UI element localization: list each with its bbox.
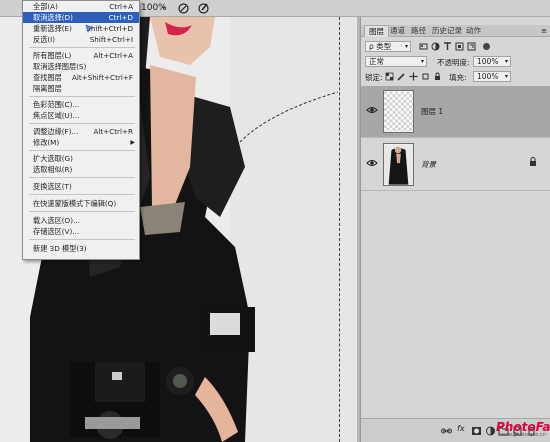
lock-image-icon[interactable] bbox=[397, 72, 406, 81]
menu-item-reselect[interactable]: 重新选择(E) Shift+Ctrl+D bbox=[23, 23, 139, 34]
menu-item-deselect-layers[interactable]: 取消选择图层(S) bbox=[23, 61, 139, 72]
layer-row-background[interactable]: 背景 bbox=[361, 139, 550, 191]
layer-filter-row: ρ 类型 ▾ bbox=[361, 39, 550, 54]
menu-item-find-layers[interactable]: 查找图层 Alt+Shift+Ctrl+F bbox=[23, 72, 139, 83]
select-menu-dropdown: 全部(A) Ctrl+A 取消选择(D) Ctrl+D 重新选择(E) Shift+C… bbox=[22, 0, 140, 260]
menu-item-quick-mask[interactable]: 在快速蒙版模式下编辑(Q) bbox=[23, 198, 139, 209]
menu-item-modify[interactable]: 修改(M) ▶ bbox=[23, 137, 139, 148]
lock-all-icon[interactable] bbox=[433, 72, 442, 81]
menu-separator bbox=[29, 150, 135, 151]
opacity-label: 不透明度: bbox=[437, 58, 470, 67]
menu-separator bbox=[29, 211, 135, 212]
submenu-arrow-icon: ▶ bbox=[130, 139, 135, 146]
menu-separator bbox=[29, 96, 135, 97]
visibility-eye-icon[interactable] bbox=[366, 158, 378, 168]
menu-separator bbox=[29, 123, 135, 124]
menu-item-transform-selection[interactable]: 变换选区(T) bbox=[23, 181, 139, 192]
panel-tab-bar: 图层 通道 路径 历史记录 动作 ≡ bbox=[361, 25, 550, 37]
menu-separator bbox=[29, 47, 135, 48]
tab-paths[interactable]: 路径 bbox=[407, 25, 430, 37]
opacity-input[interactable]: 100% ▾ bbox=[473, 56, 511, 67]
photoshop-window: 100% ▾ 全部(A) Ctrl+A 取消选择(D) Ctrl+D 重新选择(E)… bbox=[0, 0, 550, 442]
filter-pixel-icon[interactable] bbox=[419, 42, 428, 51]
menu-separator bbox=[29, 194, 135, 195]
menu-item-save-selection[interactable]: 存储选区(V)... bbox=[23, 226, 139, 237]
menu-item-color-range[interactable]: 色彩范围(C)... bbox=[23, 99, 139, 110]
menu-item-inverse[interactable]: 反选(I) Shift+Ctrl+I bbox=[23, 34, 139, 45]
menu-separator bbox=[29, 177, 135, 178]
brush-pressure-icon[interactable] bbox=[177, 2, 190, 15]
layer-thumbnail-transparent bbox=[383, 90, 414, 133]
adjustment-layer-icon[interactable] bbox=[485, 426, 496, 436]
tab-channels[interactable]: 通道 bbox=[386, 25, 409, 37]
blend-mode-select[interactable]: 正常 ▾ bbox=[365, 56, 427, 67]
menu-item-grow[interactable]: 扩大选取(G) bbox=[23, 153, 139, 164]
menu-item-refine-edge[interactable]: 调整边缘(F)... Alt+Ctrl+R bbox=[23, 126, 139, 137]
fill-input[interactable]: 100% ▾ bbox=[473, 71, 511, 82]
tab-actions[interactable]: 动作 bbox=[462, 25, 485, 37]
kind-filter-select[interactable]: ρ 类型 ▾ bbox=[365, 41, 411, 52]
filter-shape-icon[interactable] bbox=[455, 42, 464, 51]
filter-type-icon[interactable] bbox=[443, 42, 452, 51]
lock-fill-row: 锁定: 填充: 100% ▾ bbox=[361, 69, 550, 84]
menu-separator bbox=[29, 239, 135, 240]
photofans-watermark-url: www.photofans.cn bbox=[500, 432, 546, 438]
layers-panel: 图层 通道 路径 历史记录 动作 ≡ ρ 类型 ▾ 正常 ▾ 不透明度: 100% ▾… bbox=[360, 17, 550, 442]
lock-artboard-icon[interactable] bbox=[421, 72, 430, 81]
add-mask-icon[interactable] bbox=[471, 426, 482, 436]
filter-smart-object-icon[interactable] bbox=[467, 42, 476, 51]
menu-item-similar[interactable]: 选取相似(R) bbox=[23, 164, 139, 175]
panel-menu-icon[interactable]: ≡ bbox=[541, 25, 547, 37]
filter-adjustment-icon[interactable] bbox=[431, 42, 440, 51]
zoom-dropdown-arrow[interactable]: ▾ bbox=[162, 4, 166, 12]
tab-history[interactable]: 历史记录 bbox=[428, 25, 466, 37]
lock-icon bbox=[530, 157, 536, 166]
layer-name[interactable]: 背景 bbox=[421, 159, 436, 170]
menu-item-select-all[interactable]: 全部(A) Ctrl+A bbox=[23, 1, 139, 12]
menu-item-load-selection[interactable]: 载入选区(O)... bbox=[23, 215, 139, 226]
layer-thumbnail-photo bbox=[383, 143, 414, 186]
layer-name[interactable]: 图层 1 bbox=[421, 106, 443, 117]
visibility-eye-icon[interactable] bbox=[366, 105, 378, 115]
layers-list: 图层 1 背景 bbox=[361, 86, 550, 196]
menu-item-focus-area[interactable]: 焦点区域(U)... bbox=[23, 110, 139, 121]
fill-label: 填充: bbox=[449, 73, 467, 82]
mouse-cursor-icon bbox=[85, 24, 94, 33]
menu-item-deselect[interactable]: 取消选择(D) Ctrl+D bbox=[23, 12, 139, 23]
filter-toggle-icon[interactable] bbox=[482, 42, 491, 51]
menu-item-new-3d-model[interactable]: 新建 3D 模型(3) bbox=[23, 243, 139, 254]
menu-item-isolate-layers[interactable]: 隔离图层 bbox=[23, 83, 139, 94]
lock-transparent-icon[interactable] bbox=[385, 72, 394, 81]
tablet-pressure-icon[interactable] bbox=[197, 2, 210, 15]
layer-row-layer1[interactable]: 图层 1 bbox=[361, 86, 550, 138]
link-layers-icon[interactable] bbox=[441, 426, 452, 436]
selection-marquee-edge bbox=[339, 17, 340, 442]
menu-item-all-layers[interactable]: 所有图层(L) Alt+Ctrl+A bbox=[23, 50, 139, 61]
blend-opacity-row: 正常 ▾ 不透明度: 100% ▾ bbox=[361, 54, 550, 69]
add-layer-style-button[interactable]: fx bbox=[457, 424, 468, 434]
lock-position-icon[interactable] bbox=[409, 72, 418, 81]
lock-label: 锁定: bbox=[365, 73, 383, 82]
